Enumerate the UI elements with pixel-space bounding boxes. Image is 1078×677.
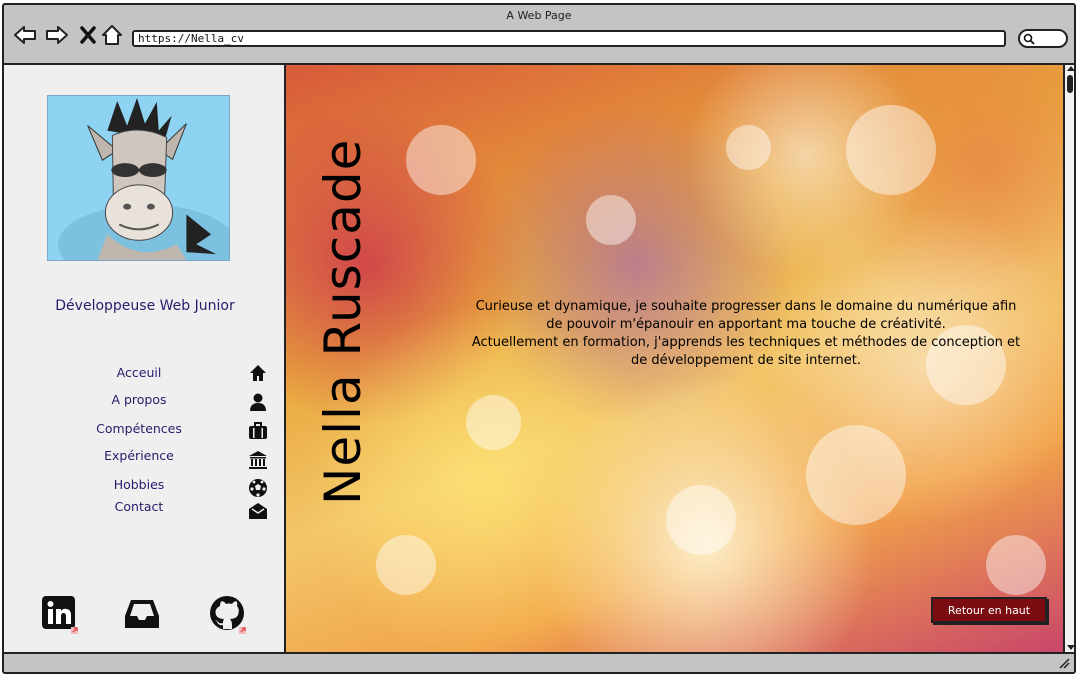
search-icon [1023, 33, 1035, 45]
menu-item-competences[interactable]: Compétences [74, 421, 204, 436]
bokeh-light [726, 125, 771, 170]
inbox-icon[interactable] [121, 594, 163, 636]
envelope-open-icon[interactable] [248, 501, 268, 521]
back-arrow-icon[interactable] [12, 22, 38, 48]
menu-item-acceuil[interactable]: Acceuil [74, 365, 204, 380]
home-icon[interactable] [99, 22, 125, 48]
resize-grip-icon[interactable] [1058, 657, 1070, 669]
scroll-up-arrow-icon[interactable] [1067, 66, 1074, 71]
bokeh-light [466, 395, 521, 450]
soccer-ball-icon[interactable] [248, 478, 268, 498]
hero-section: Nella Ruscade Curieuse et dynamique, je … [286, 63, 1063, 652]
sidebar: Développeuse Web Junior Acceuil A propos… [4, 63, 286, 652]
intro-line: de pouvoir m'épanouir en apportant ma to… [546, 317, 946, 332]
vertical-scrollbar[interactable] [1063, 63, 1074, 652]
bokeh-light [586, 195, 636, 245]
bokeh-light [986, 535, 1046, 595]
home-icon[interactable] [248, 363, 268, 383]
intro-text: Curieuse et dynamique, je souhaite progr… [456, 298, 1036, 370]
menu-item-contact[interactable]: Contact [74, 499, 204, 514]
github-icon[interactable] [208, 594, 250, 636]
intro-line: Curieuse et dynamique, je souhaite progr… [475, 299, 1017, 314]
menu-item-experience[interactable]: Expérience [74, 448, 204, 463]
bokeh-light [376, 535, 436, 595]
menu-item-hobbies[interactable]: Hobbies [74, 477, 204, 492]
bokeh-light [406, 125, 476, 195]
linkedin-icon[interactable] [40, 594, 82, 636]
donkey-avatar-image [48, 96, 229, 260]
status-bar [4, 652, 1074, 672]
user-icon[interactable] [248, 392, 268, 412]
browser-window: A Web Page https://Nella_cv Développeuse… [2, 3, 1076, 674]
forward-arrow-icon[interactable] [44, 22, 70, 48]
bokeh-light [806, 425, 906, 525]
scroll-thumb[interactable] [1067, 75, 1073, 93]
bokeh-light [666, 485, 736, 555]
bokeh-light [846, 105, 936, 195]
window-title: A Web Page [506, 9, 572, 22]
back-to-top-button[interactable]: Retour en haut [931, 597, 1047, 623]
briefcase-icon[interactable] [248, 421, 268, 441]
scroll-down-arrow-icon[interactable] [1067, 645, 1074, 650]
page-title: Nella Ruscade [314, 138, 372, 505]
avatar [47, 95, 230, 261]
intro-line: Actuellement en formation, j'apprends le… [471, 335, 1021, 350]
role-title: Développeuse Web Junior [55, 298, 235, 314]
url-input[interactable]: https://Nella_cv [132, 30, 1006, 47]
menu-item-a-propos[interactable]: A propos [74, 392, 204, 407]
close-x-icon[interactable] [75, 22, 101, 48]
search-field[interactable] [1018, 29, 1068, 48]
intro-line: de développement de site internet. [630, 353, 862, 368]
bank-icon[interactable] [248, 450, 268, 470]
